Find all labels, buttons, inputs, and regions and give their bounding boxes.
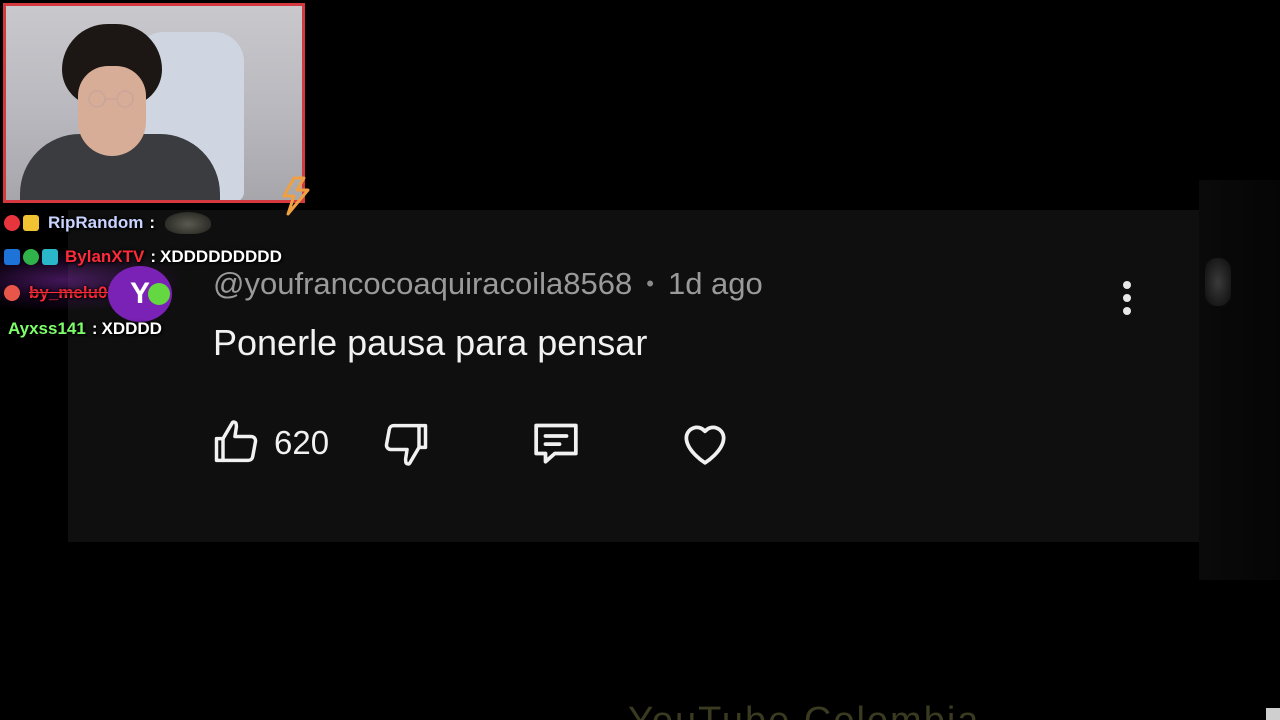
chat-separator: : <box>150 247 157 266</box>
chat-text: XDDDD <box>101 319 162 338</box>
more-dot <box>1123 294 1131 302</box>
chat-username: Ayxss141 <box>8 319 86 338</box>
thumbs-up-icon <box>214 420 258 463</box>
header-separator: • <box>646 271 654 296</box>
reply-button[interactable] <box>528 414 584 472</box>
controller-icon <box>42 249 58 265</box>
frog-emote-icon <box>148 283 170 305</box>
chat-text: XDDDDDDDDD <box>160 247 282 266</box>
chat-username: BylanXTV <box>65 247 145 266</box>
chat-separator: : <box>91 319 98 338</box>
like-count: 620 <box>274 424 330 461</box>
chat-username: by_melu05 <box>29 283 117 302</box>
comment-time: 1d ago <box>667 266 763 301</box>
webcam-overlay <box>3 3 305 203</box>
lightning-icon <box>282 176 310 216</box>
stream-frame: @youfrancocoaquiracoila8568 • 1d ago Pon… <box>0 0 1280 720</box>
chat-message: RipRandom : <box>4 212 212 234</box>
dislike-button[interactable] <box>380 414 432 472</box>
scroll-indicator <box>1205 258 1231 306</box>
right-edge-shadow <box>1199 180 1280 580</box>
thumbs-down-icon <box>384 423 428 466</box>
badge-icon <box>4 215 20 231</box>
corner-marker <box>1266 708 1280 720</box>
comment-actions: 620 <box>210 414 770 472</box>
chat-message: Ayxss141 : XDDDD <box>8 319 162 339</box>
chat-separator: : <box>149 213 156 232</box>
more-dot <box>1123 307 1131 315</box>
webcam-face <box>78 66 146 156</box>
more-vertical-icon <box>1123 281 1131 289</box>
comment-author[interactable]: @youfrancocoaquiracoila8568 <box>213 266 632 302</box>
heart-button[interactable] <box>677 414 733 472</box>
channel-watermark: YouTube Colombia <box>628 700 980 720</box>
cat-emote-icon <box>165 212 212 234</box>
chat-message: by_melu05 : <box>4 283 125 303</box>
comment-text: Ponerle pausa para pensar <box>213 322 648 363</box>
chat-message: BylanXTV : XDDDDDDDDD <box>4 247 282 267</box>
crown-icon <box>23 215 39 231</box>
like-button[interactable]: 620 <box>210 414 329 472</box>
verified-icon <box>23 249 39 265</box>
comment-icon <box>534 423 578 464</box>
chat-username: RipRandom <box>48 213 144 232</box>
y-emote-letter: Y <box>129 277 150 310</box>
badge-icon <box>4 249 20 265</box>
comment-header: @youfrancocoaquiracoila8568 • 1d ago <box>213 264 763 304</box>
webcam-glasses <box>88 90 134 108</box>
heart-icon <box>684 425 726 465</box>
more-options-button[interactable] <box>1112 276 1142 320</box>
badge-icon <box>4 285 20 301</box>
